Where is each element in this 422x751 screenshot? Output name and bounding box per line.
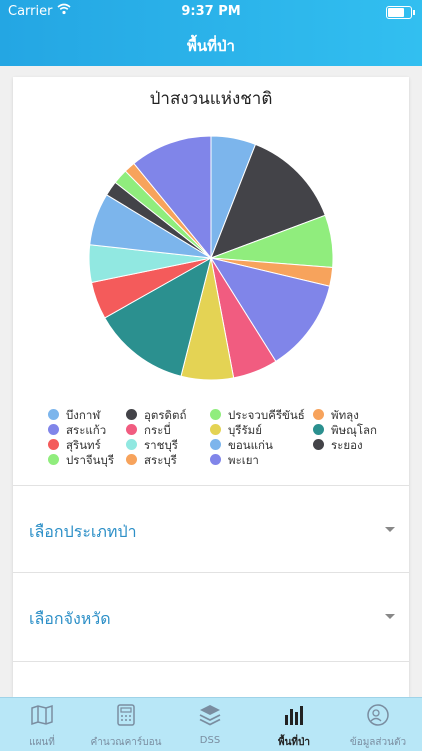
battery-icon bbox=[386, 6, 415, 19]
legend-swatch bbox=[126, 439, 137, 450]
legend-swatch bbox=[126, 424, 137, 435]
province-dropdown[interactable]: เลือกจังหวัด bbox=[13, 573, 409, 659]
legend-swatch bbox=[313, 409, 324, 420]
legend-item[interactable]: พะเยา bbox=[210, 452, 259, 470]
forest-type-label: เลือกประเภทป่า bbox=[29, 522, 137, 541]
legend-row: สระแก้ว กระบี่ บุรีรัมย์ พิษณุโลก bbox=[48, 422, 388, 437]
legend-swatch bbox=[48, 439, 59, 450]
legend-swatch bbox=[210, 439, 221, 450]
tab-label: คำนวณคาร์บอน bbox=[90, 737, 162, 748]
legend-row: ปราจีนบุรี สระบุรี พะเยา bbox=[48, 452, 388, 467]
legend-label: พัทลุง bbox=[331, 408, 359, 422]
legend-label: สระแก้ว bbox=[66, 423, 107, 437]
tab-label: พื้นที่ป่า bbox=[278, 737, 310, 748]
legend-label: ปราจีนบุรี bbox=[66, 453, 115, 467]
tab-map[interactable]: แผนที่ bbox=[0, 698, 84, 751]
profile-icon bbox=[367, 704, 389, 726]
chart-card: ป่าสงวนแห่งชาติ บึงกาฬ อุตรดิตถ์ ประจวบคีร… bbox=[13, 77, 409, 697]
legend-label: พะเยา bbox=[228, 453, 259, 467]
tab-forest-area[interactable]: พื้นที่ป่า bbox=[252, 698, 336, 751]
tab-label: DSS bbox=[199, 735, 221, 746]
legend-label: บึงกาฬ bbox=[66, 408, 101, 422]
tab-calculator[interactable]: คำนวณคาร์บอน bbox=[84, 698, 168, 751]
app-header: Carrier 9:37 PM พื้นที่ป่า bbox=[0, 0, 422, 66]
layers-icon bbox=[199, 705, 221, 726]
legend-swatch bbox=[210, 424, 221, 435]
legend-label: อุตรดิตถ์ bbox=[144, 408, 187, 422]
legend-label: ระยอง bbox=[331, 438, 363, 452]
legend-label: พิษณุโลก bbox=[331, 423, 378, 437]
tab-dss[interactable]: DSS bbox=[168, 698, 252, 751]
chart-legend: บึงกาฬ อุตรดิตถ์ ประจวบคีรีขันธ์ พัทลุง สระแ… bbox=[48, 407, 388, 467]
legend-swatch bbox=[48, 409, 59, 420]
legend-row: บึงกาฬ อุตรดิตถ์ ประจวบคีรีขันธ์ พัทลุง bbox=[48, 407, 388, 422]
province-label: เลือกจังหวัด bbox=[29, 609, 111, 628]
legend-swatch bbox=[313, 424, 324, 435]
tab-label: แผนที่ bbox=[29, 737, 55, 748]
legend-swatch bbox=[210, 454, 221, 465]
forest-type-dropdown[interactable]: เลือกประเภทป่า bbox=[13, 486, 409, 572]
legend-swatch bbox=[210, 409, 221, 420]
chevron-down-icon bbox=[385, 527, 395, 532]
legend-item[interactable]: ปราจีนบุรี bbox=[48, 452, 114, 470]
bar-chart-icon bbox=[285, 706, 303, 725]
calculator-icon bbox=[117, 704, 135, 726]
legend-swatch bbox=[48, 454, 59, 465]
legend-label: ประจวบคีรีขันธ์ bbox=[228, 408, 305, 422]
legend-label: ราชบุรี bbox=[144, 438, 178, 452]
divider bbox=[13, 661, 409, 662]
tab-profile[interactable]: ข้อมูลส่วนตัว bbox=[336, 698, 420, 751]
status-bar: Carrier 9:37 PM bbox=[0, 2, 422, 22]
chevron-down-icon bbox=[385, 614, 395, 619]
tab-bar: แผนที่ คำนวณคาร์บอน DSS พื้นที่ป่า ข้อมู… bbox=[0, 697, 422, 751]
legend-label: สระบุรี bbox=[144, 453, 177, 467]
legend-label: บุรีรัมย์ bbox=[228, 423, 262, 437]
legend-item[interactable]: สระบุรี bbox=[126, 452, 177, 470]
legend-label: กระบี่ bbox=[144, 423, 171, 437]
legend-row: สุรินทร์ ราชบุรี ขอนแก่น ระยอง bbox=[48, 437, 388, 452]
legend-swatch bbox=[313, 439, 324, 450]
page-title: พื้นที่ป่า bbox=[187, 37, 235, 55]
tab-label: ข้อมูลส่วนตัว bbox=[349, 737, 407, 748]
legend-swatch bbox=[126, 409, 137, 420]
clock: 9:37 PM bbox=[181, 4, 241, 19]
legend-label: ขอนแก่น bbox=[228, 438, 273, 452]
map-icon bbox=[31, 704, 53, 726]
legend-swatch bbox=[126, 454, 137, 465]
legend-swatch bbox=[48, 424, 59, 435]
legend-label: สุรินทร์ bbox=[66, 438, 101, 452]
